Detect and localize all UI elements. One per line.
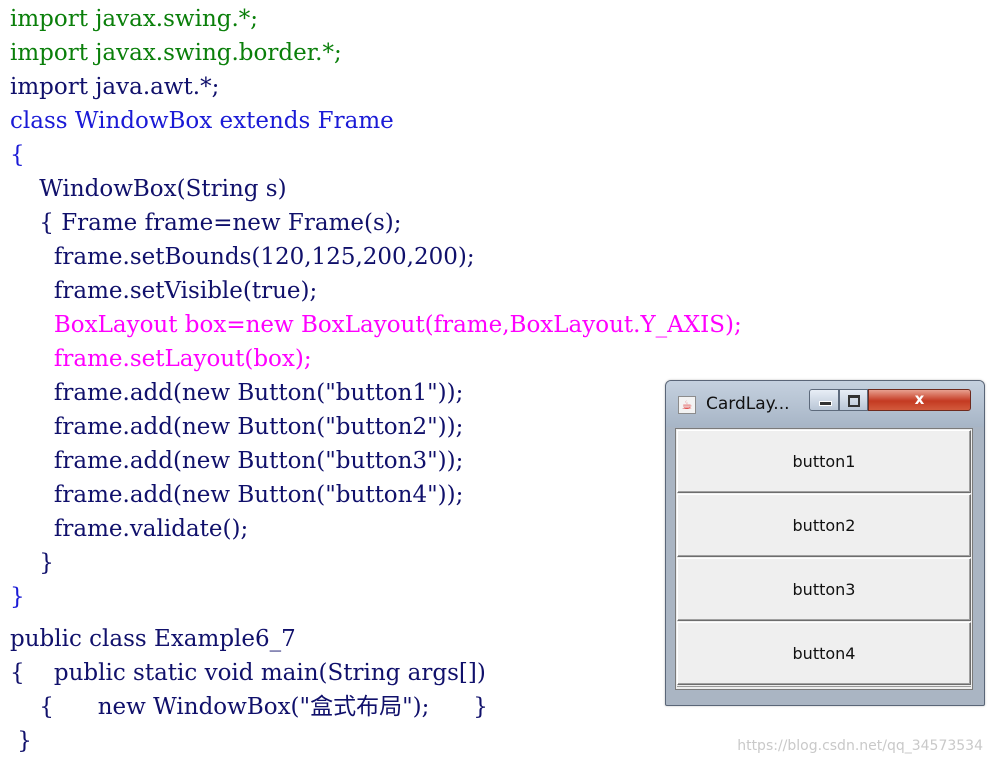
code-line: import java.awt.*; bbox=[10, 74, 220, 100]
code-line: { new WindowBox("盒式布局"); } bbox=[10, 694, 488, 720]
code-line: frame.add(new Button("button2")); bbox=[10, 414, 464, 440]
code-line: WindowBox(String s) bbox=[10, 176, 287, 202]
minimize-button[interactable] bbox=[809, 389, 839, 411]
button3-button[interactable]: button3 bbox=[677, 558, 971, 621]
code-line: { bbox=[10, 142, 25, 168]
code-line: import javax.swing.*; bbox=[10, 6, 259, 32]
code-line: class WindowBox extends Frame bbox=[10, 108, 394, 134]
button4-button[interactable]: button4 bbox=[677, 622, 971, 685]
content-bottom-edge bbox=[677, 686, 971, 690]
code-line: import javax.swing.border.*; bbox=[10, 40, 342, 66]
window-content: button1 button2 button3 button4 bbox=[675, 428, 973, 690]
code-line: frame.validate(); bbox=[10, 516, 249, 542]
java-cup-icon[interactable]: ☕ bbox=[678, 396, 696, 414]
code-line: { public static void main(String args[]) bbox=[10, 660, 486, 686]
code-line: } bbox=[10, 584, 25, 610]
code-line: BoxLayout box=new BoxLayout(frame,BoxLay… bbox=[10, 312, 742, 338]
window-title: CardLay... bbox=[706, 394, 790, 414]
code-line: frame.setLayout(box); bbox=[10, 346, 312, 372]
java-frame-window: ☕ CardLay... x button1 button2 button3 b… bbox=[665, 380, 985, 706]
button1-button[interactable]: button1 bbox=[677, 430, 971, 493]
code-line: frame.add(new Button("button4")); bbox=[10, 482, 464, 508]
code-line: frame.setBounds(120,125,200,200); bbox=[10, 244, 475, 270]
code-line: } bbox=[10, 550, 54, 576]
code-line: { Frame frame=new Frame(s); bbox=[10, 210, 402, 236]
code-line: public class Example6_7 bbox=[10, 626, 296, 652]
button2-button[interactable]: button2 bbox=[677, 494, 971, 557]
close-icon: x bbox=[914, 390, 925, 408]
maximize-button[interactable] bbox=[839, 389, 868, 411]
code-line: frame.add(new Button("button1")); bbox=[10, 380, 464, 406]
code-line: frame.setVisible(true); bbox=[10, 278, 318, 304]
close-button[interactable]: x bbox=[868, 389, 971, 411]
code-line: frame.add(new Button("button3")); bbox=[10, 448, 464, 474]
title-bar[interactable]: ☕ CardLay... x bbox=[666, 381, 984, 427]
code-line: } bbox=[10, 728, 32, 754]
watermark: https://blog.csdn.net/qq_34573534 bbox=[737, 738, 983, 754]
